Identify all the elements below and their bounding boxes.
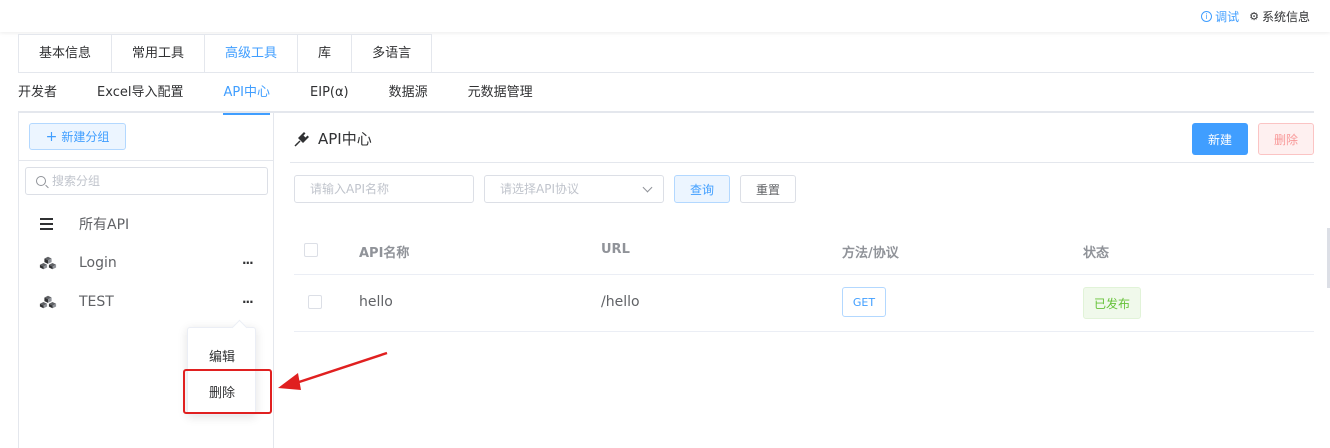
- delete-api-button[interactable]: 删除: [1258, 123, 1314, 155]
- new-group-label: 新建分组: [61, 130, 110, 144]
- card-tabs-divider: [18, 72, 1314, 73]
- table-header-divider: [294, 274, 1314, 275]
- system-info-link[interactable]: ⚙ 系统信息: [1249, 8, 1310, 25]
- column-header-status: 状态: [1083, 246, 1110, 261]
- new-api-button[interactable]: 新建: [1192, 123, 1248, 155]
- group-label: Login: [79, 255, 117, 271]
- debug-label: 调试: [1215, 10, 1240, 24]
- group-item-all[interactable]: 所有API: [19, 205, 273, 243]
- cell-url: /hello: [601, 294, 640, 310]
- card-tabs: 基本信息 常用工具 高级工具 库 多语言: [18, 34, 433, 73]
- tab-api-center[interactable]: API中心: [223, 76, 270, 115]
- cubes-icon: [39, 295, 57, 309]
- page-title-text: API中心: [318, 130, 372, 148]
- annotation-highlight-box: [183, 369, 272, 414]
- column-header-url: URL: [601, 242, 630, 257]
- reset-button[interactable]: 重置: [740, 175, 796, 203]
- tab-eip[interactable]: EIP(α): [310, 76, 349, 113]
- page-title: API中心: [294, 128, 372, 149]
- tab-developer[interactable]: 开发者: [18, 76, 57, 113]
- tab-library[interactable]: 库: [298, 34, 353, 73]
- cubes-icon: [39, 256, 57, 270]
- system-info-label: 系统信息: [1261, 10, 1310, 24]
- group-search-input[interactable]: [52, 174, 242, 188]
- main-divider: [290, 162, 1314, 163]
- column-header-name: API名称: [359, 246, 410, 261]
- tab-multi-language[interactable]: 多语言: [352, 34, 433, 73]
- dropdown-edit[interactable]: 编辑: [209, 346, 235, 365]
- api-protocol-select[interactable]: [484, 175, 664, 203]
- status-badge: 已发布: [1083, 287, 1141, 319]
- plus-icon: +: [45, 128, 58, 145]
- cell-api-name[interactable]: hello: [359, 294, 393, 310]
- new-group-button[interactable]: + 新建分组: [29, 123, 126, 150]
- gear-icon: ⚙: [1249, 10, 1259, 23]
- column-header-method: 方法/协议: [842, 246, 899, 261]
- tab-basic-info[interactable]: 基本信息: [18, 34, 113, 73]
- method-tag: GET: [842, 287, 886, 317]
- api-name-field[interactable]: [294, 175, 474, 203]
- query-button[interactable]: 查询: [674, 175, 730, 203]
- list-icon: [40, 218, 53, 230]
- more-icon[interactable]: ···: [242, 256, 254, 270]
- group-item-login[interactable]: Login ···: [19, 244, 273, 282]
- top-bar-links: i 调试 ⚙ 系统信息: [1201, 8, 1310, 25]
- tab-excel-import[interactable]: Excel导入配置: [97, 76, 183, 113]
- sub-tabs: 开发者 Excel导入配置 API中心 EIP(α) 数据源 元数据管理: [18, 76, 573, 115]
- more-icon[interactable]: ···: [242, 295, 254, 309]
- info-icon: i: [1201, 11, 1213, 22]
- debug-link[interactable]: i 调试: [1201, 8, 1239, 25]
- group-item-test[interactable]: TEST ···: [19, 283, 273, 321]
- tab-metadata[interactable]: 元数据管理: [468, 76, 533, 113]
- group-label: 所有API: [79, 217, 130, 233]
- top-bar: i 调试 ⚙ 系统信息: [0, 0, 1330, 32]
- select-all-checkbox[interactable]: [304, 243, 318, 257]
- api-name-input[interactable]: [310, 182, 473, 196]
- api-protocol-input[interactable]: [500, 182, 663, 196]
- group-label: TEST: [79, 294, 114, 310]
- group-search[interactable]: [25, 167, 268, 195]
- plug-icon: [294, 131, 309, 147]
- tab-common-tools[interactable]: 常用工具: [112, 34, 206, 73]
- tab-datasource[interactable]: 数据源: [389, 76, 428, 113]
- row-checkbox[interactable]: [308, 295, 322, 309]
- search-icon: [36, 176, 46, 186]
- annotation-arrow: [278, 351, 388, 390]
- table-row-divider: [294, 331, 1314, 332]
- tab-advanced-tools[interactable]: 高级工具: [205, 34, 299, 73]
- sidebar-divider: [19, 160, 273, 161]
